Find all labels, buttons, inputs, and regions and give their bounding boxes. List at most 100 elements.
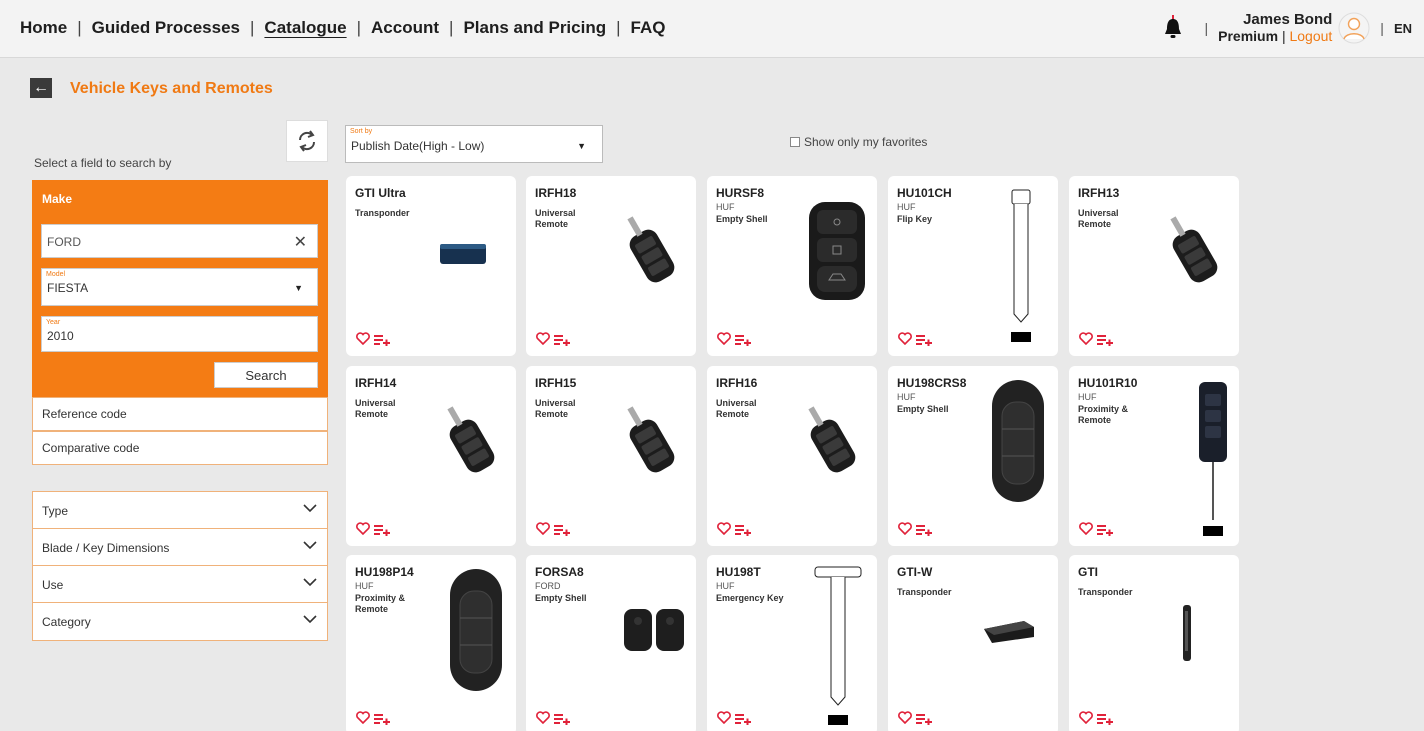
- product-card[interactable]: GTI Transponder: [1069, 555, 1239, 731]
- plan-divider: |: [1281, 28, 1286, 44]
- logout-link[interactable]: Logout: [1289, 28, 1332, 44]
- heart-icon[interactable]: [1079, 711, 1093, 724]
- filter-type[interactable]: Type: [33, 492, 327, 529]
- product-code: IRFH16: [716, 376, 758, 390]
- model-value: FIESTA: [47, 281, 89, 295]
- product-card[interactable]: IRFH16 Universal Remote: [707, 366, 877, 546]
- heart-icon[interactable]: [536, 332, 550, 345]
- product-type: Universal Remote: [355, 398, 396, 419]
- heart-icon[interactable]: [536, 711, 550, 724]
- product-type: Transponder: [897, 587, 952, 597]
- add-to-list-icon[interactable]: [916, 334, 932, 346]
- refresh-button[interactable]: [286, 120, 328, 162]
- product-card[interactable]: HU198CRS8 HUF Empty Shell: [888, 366, 1058, 546]
- product-type: Empty Shell: [535, 593, 587, 603]
- filter-blade-dimensions[interactable]: Blade / Key Dimensions: [33, 529, 327, 566]
- heart-icon[interactable]: [356, 332, 370, 345]
- heart-icon[interactable]: [536, 522, 550, 535]
- heart-icon[interactable]: [717, 522, 731, 535]
- search-button[interactable]: Search: [214, 362, 318, 388]
- chevron-down-icon: [303, 578, 317, 587]
- heart-icon[interactable]: [1079, 332, 1093, 345]
- product-type: Proximity & Remote: [1078, 404, 1129, 425]
- product-card[interactable]: HU101CH HUF Flip Key: [888, 176, 1058, 356]
- heart-icon[interactable]: [898, 522, 912, 535]
- product-card[interactable]: HU101R10 HUF Proximity & Remote: [1069, 366, 1239, 546]
- product-code: IRFH14: [355, 376, 397, 390]
- product-image: [988, 378, 1048, 513]
- bell-icon[interactable]: [1162, 15, 1184, 41]
- add-to-list-icon[interactable]: [554, 524, 570, 536]
- add-to-list-icon[interactable]: [374, 713, 390, 725]
- add-to-list-icon[interactable]: [1097, 334, 1113, 346]
- sort-select[interactable]: Sort by Publish Date(High - Low) ▼: [345, 125, 603, 163]
- add-to-list-icon[interactable]: [374, 334, 390, 346]
- heart-icon[interactable]: [898, 332, 912, 345]
- filter-group: Type Blade / Key Dimensions Use Category: [32, 491, 328, 641]
- product-image: [1006, 188, 1036, 353]
- chevron-down-icon: [303, 504, 317, 513]
- nav-separator: |: [449, 18, 454, 37]
- product-card[interactable]: HU198P14 HUF Proximity & Remote: [346, 555, 516, 731]
- add-to-list-icon[interactable]: [554, 334, 570, 346]
- user-info: James Bond Premium | Logout: [1218, 11, 1332, 45]
- page-title: Vehicle Keys and Remotes: [70, 80, 273, 97]
- year-input[interactable]: Year 2010: [41, 316, 318, 352]
- heart-icon[interactable]: [717, 711, 731, 724]
- heart-icon[interactable]: [898, 711, 912, 724]
- favorites-checkbox[interactable]: [790, 137, 800, 147]
- product-card[interactable]: IRFH15 Universal Remote: [526, 366, 696, 546]
- comparative-code-field[interactable]: Comparative code: [32, 431, 328, 465]
- nav-separator: |: [616, 18, 621, 37]
- add-to-list-icon[interactable]: [374, 524, 390, 536]
- product-code: HU101R10: [1078, 376, 1138, 390]
- filter-category[interactable]: Category: [33, 603, 327, 640]
- reference-code-field[interactable]: Reference code: [32, 397, 328, 431]
- product-card[interactable]: GTI-W Transponder: [888, 555, 1058, 731]
- filter-use[interactable]: Use: [33, 566, 327, 603]
- language-switch[interactable]: EN: [1394, 21, 1412, 36]
- model-select[interactable]: Model FIESTA ▼: [41, 268, 318, 306]
- nav-account[interactable]: Account: [371, 18, 439, 38]
- add-to-list-icon[interactable]: [735, 713, 751, 725]
- back-button[interactable]: ←: [30, 78, 52, 98]
- add-to-list-icon[interactable]: [735, 524, 751, 536]
- heart-icon[interactable]: [1079, 522, 1093, 535]
- product-code: IRFH15: [535, 376, 577, 390]
- add-to-list-icon[interactable]: [1097, 713, 1113, 725]
- product-card[interactable]: FORSA8 FORD Empty Shell: [526, 555, 696, 731]
- product-brand: FORD: [535, 581, 561, 591]
- product-type: Proximity & Remote: [355, 593, 406, 614]
- favorites-toggle[interactable]: Show only my favorites: [790, 135, 927, 149]
- product-brand: HUF: [355, 581, 374, 591]
- nav-catalogue[interactable]: Catalogue: [264, 18, 346, 38]
- heart-icon[interactable]: [717, 332, 731, 345]
- avatar-icon[interactable]: [1338, 12, 1370, 44]
- heart-icon[interactable]: [356, 522, 370, 535]
- nav-plans-and-pricing[interactable]: Plans and Pricing: [463, 18, 606, 38]
- nav-home[interactable]: Home: [20, 18, 67, 38]
- product-type: Empty Shell: [716, 214, 768, 224]
- year-label: Year: [46, 319, 61, 326]
- product-code: HU198T: [716, 565, 761, 579]
- add-to-list-icon[interactable]: [735, 334, 751, 346]
- product-card[interactable]: GTI Ultra Transponder: [346, 176, 516, 356]
- product-card[interactable]: IRFH13 Universal Remote: [1069, 176, 1239, 356]
- product-card[interactable]: HURSF8 HUF Empty Shell: [707, 176, 877, 356]
- product-image: [805, 200, 869, 309]
- product-card[interactable]: IRFH14 Universal Remote: [346, 366, 516, 546]
- make-input[interactable]: FORD ✕: [41, 224, 318, 258]
- add-to-list-icon[interactable]: [554, 713, 570, 725]
- nav-guided-processes[interactable]: Guided Processes: [92, 18, 240, 38]
- add-to-list-icon[interactable]: [1097, 524, 1113, 536]
- add-to-list-icon[interactable]: [916, 524, 932, 536]
- make-title: Make: [42, 192, 73, 206]
- clear-icon[interactable]: ✕: [294, 232, 307, 252]
- product-image: [442, 406, 502, 491]
- heart-icon[interactable]: [356, 711, 370, 724]
- nav-faq[interactable]: FAQ: [631, 18, 666, 38]
- product-image: [622, 216, 682, 301]
- add-to-list-icon[interactable]: [916, 713, 932, 725]
- product-card[interactable]: HU198T HUF Emergency Key: [707, 555, 877, 731]
- product-card[interactable]: IRFH18 Universal Remote: [526, 176, 696, 356]
